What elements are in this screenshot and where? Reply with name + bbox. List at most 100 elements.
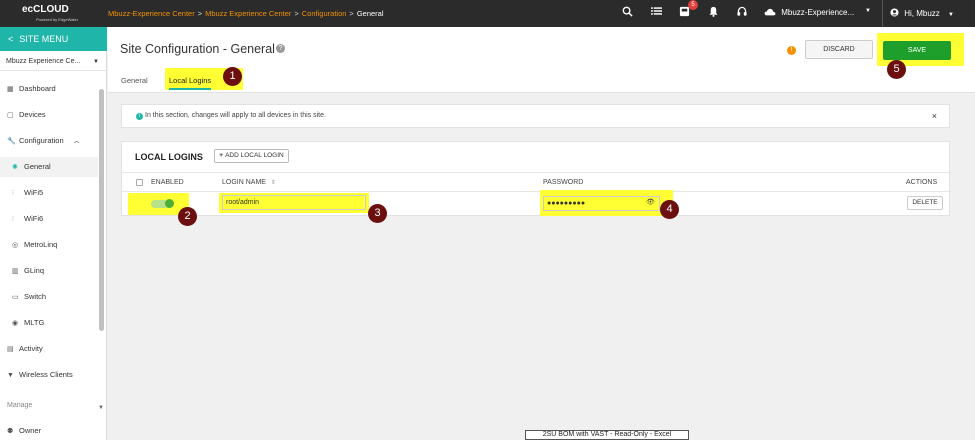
column-login-name[interactable]: LOGIN NAME ⇕ <box>222 179 276 186</box>
site-menu-toggle[interactable]: < SITE MENU <box>0 27 107 51</box>
annotation-marker: 1 <box>223 67 242 86</box>
select-all-checkbox[interactable] <box>136 179 143 186</box>
info-banner: i In this section, changes will apply to… <box>121 104 950 128</box>
sidebar-item-label: Switch <box>24 292 47 301</box>
site-picker-label: Mbuzz-Experience... <box>781 8 855 17</box>
local-logins-title: LOCAL LOGINS <box>135 152 203 162</box>
page-title: Site Configuration - General <box>120 42 275 56</box>
column-actions: ACTIONS <box>906 179 938 186</box>
annotation-marker: 2 <box>178 207 197 226</box>
breadcrumb-current: General <box>356 9 384 18</box>
taskbar-tooltip: 2SU BOM with VAST - Read-Only - Excel <box>525 430 689 440</box>
annotation-marker: 3 <box>368 204 387 223</box>
gear-icon: ✺ <box>12 164 18 171</box>
discard-button[interactable]: DISCARD <box>805 40 873 59</box>
sidebar-section-label: Manage <box>0 395 98 415</box>
column-enabled: ENABLED <box>151 179 184 186</box>
sidebar-item-label: Owner <box>19 426 42 435</box>
sidebar-item-glinq[interactable]: ▥ GLinq <box>0 261 98 281</box>
target-icon: ◉ <box>12 320 19 327</box>
sidebar-item-label: Activity <box>19 344 43 353</box>
sidebar-item-label: WiFi6 <box>24 214 44 223</box>
sidebar-item-devices[interactable]: ▢ Devices <box>0 105 98 125</box>
sidebar-item-label: Dashboard <box>19 84 56 93</box>
wifi-icon: ⫶ <box>12 190 14 197</box>
help-icon[interactable]: ? <box>276 44 285 53</box>
search-icon[interactable] <box>620 6 634 20</box>
info-icon: i <box>136 113 143 120</box>
dashboard-icon: ▦ <box>7 86 14 93</box>
sidebar-item-label: GLinq <box>24 266 45 275</box>
user-avatar-icon <box>890 8 899 17</box>
breadcrumb-item[interactable]: Configuration <box>302 9 347 18</box>
sidebar-item-label: Wireless Clients <box>19 370 73 379</box>
sidebar-item-dashboard[interactable]: ▦ Dashboard <box>0 79 98 99</box>
headset-icon[interactable] <box>735 6 749 20</box>
bell-icon[interactable] <box>706 6 720 20</box>
sidebar-item-label: Devices <box>19 110 46 119</box>
tab-local-logins[interactable]: Local Logins <box>169 76 212 90</box>
close-icon[interactable]: × <box>932 111 937 121</box>
scroll-down-icon[interactable]: ▼ <box>98 405 104 411</box>
activity-icon: ▤ <box>7 346 14 353</box>
sidebar-item-activity[interactable]: ▤ Activity <box>0 339 98 359</box>
chevron-up-icon: ︿ <box>73 139 80 145</box>
list-icon[interactable] <box>649 6 663 20</box>
chevron-down-icon: ▼ <box>93 59 99 65</box>
breadcrumb-item[interactable]: Mbuzz-Experience Center <box>108 9 195 18</box>
annotation-marker: 4 <box>660 200 679 219</box>
login-name-input[interactable]: root/admin <box>222 195 366 210</box>
breadcrumb-separator: > <box>294 9 299 18</box>
chevron-down-icon: ▼ <box>865 8 871 14</box>
column-password: PASSWORD <box>543 179 584 186</box>
site-menu-title: SITE MENU <box>19 34 69 44</box>
sidebar-item-label: General <box>24 162 51 171</box>
info-text: In this section, changes will apply to a… <box>145 112 326 119</box>
sidebar-item-label: MetroLinq <box>24 240 58 249</box>
sidebar-item-label: WiFi5 <box>24 188 44 197</box>
sidebar: < SITE MENU Mbuzz Experience Ce... ▼ ▦ Das… <box>0 27 107 440</box>
site-select[interactable]: Mbuzz Experience Ce... ▼ <box>0 53 107 71</box>
breadcrumb-separator: > <box>197 9 203 18</box>
antenna-icon: ▼ <box>7 372 14 379</box>
wifi-icon: ⫶ <box>12 216 14 223</box>
sidebar-item-owner[interactable]: ⚉ Owner <box>0 421 98 440</box>
tab-general[interactable]: General <box>121 76 148 85</box>
logo[interactable]: ecCLOUD Powered by EdgeWater <box>22 4 82 24</box>
sidebar-item-label: Configuration <box>19 136 64 145</box>
radio-icon: ◎ <box>12 242 19 249</box>
sidebar-item-metrolinq[interactable]: ◎ MetroLinq <box>0 235 98 255</box>
sidebar-item-wireless-clients[interactable]: ▼ Wireless Clients <box>0 365 98 385</box>
site-select-value: Mbuzz Experience Ce... <box>6 58 81 65</box>
site-picker[interactable]: Mbuzz-Experience... ▼ <box>764 8 872 20</box>
logo-subtitle: Powered by EdgeWater <box>36 17 79 22</box>
save-button[interactable]: SAVE <box>883 41 951 60</box>
eye-icon[interactable]: 👁 <box>646 198 655 206</box>
add-local-login-button[interactable]: + ADD LOCAL LOGIN <box>214 149 289 163</box>
sidebar-item-general[interactable]: ✺ General <box>0 157 98 177</box>
switch-icon: ▭ <box>12 294 19 301</box>
add-local-login-label: ADD LOCAL LOGIN <box>225 152 284 159</box>
sidebar-item-wifi5[interactable]: ⫶ WiFi5 <box>0 183 98 203</box>
sidebar-item-wifi6[interactable]: ⫶ WiFi6 <box>0 209 98 229</box>
sidebar-item-configuration[interactable]: 🔧 Configuration ︿ <box>0 131 98 151</box>
chevron-left-icon: < <box>8 34 14 44</box>
user-menu[interactable]: Hi, Mbuzz ▼ <box>890 8 954 18</box>
sidebar-section-manage: Manage <box>7 402 33 409</box>
annotation-marker: 5 <box>887 60 906 79</box>
notification-badge: 5 <box>688 0 698 10</box>
breadcrumb-item[interactable]: Mbuzz Experience Center <box>205 9 291 18</box>
sort-icon: ⇕ <box>270 180 276 186</box>
logo-text: ecCLOUD <box>22 4 69 15</box>
sidebar-item-mltg[interactable]: ◉ MLTG <box>0 313 98 333</box>
toggle-knob <box>165 199 174 208</box>
cloud-icon <box>764 8 776 16</box>
sidebar-item-switch[interactable]: ▭ Switch <box>0 287 98 307</box>
column-login-name-label: LOGIN NAME <box>222 179 266 186</box>
delete-button[interactable]: DELETE <box>907 196 943 210</box>
password-input[interactable]: ●●●●●●●●● <box>543 196 660 211</box>
chevron-down-icon: ▼ <box>948 12 954 18</box>
wrench-icon: 🔧 <box>7 138 16 145</box>
top-bar: ecCLOUD Powered by EdgeWater Mbuzz-Exper… <box>0 0 975 27</box>
sidebar-scrollbar[interactable] <box>99 89 104 331</box>
